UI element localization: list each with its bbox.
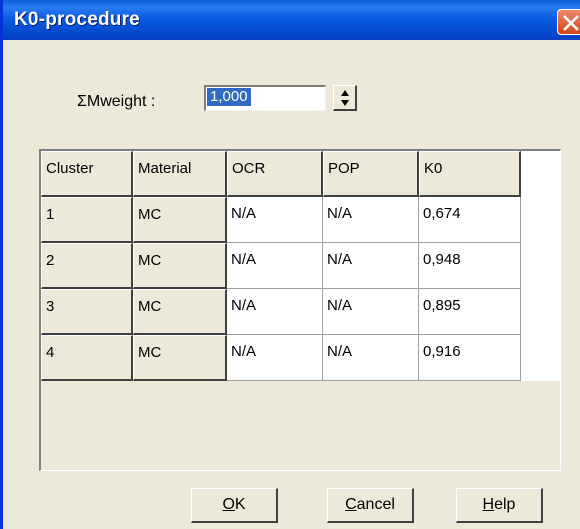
- row-1-k0[interactable]: 0,674: [419, 197, 521, 243]
- cancel-button[interactable]: Cancel: [327, 488, 414, 523]
- row-4-cluster[interactable]: 4: [41, 335, 133, 381]
- row-4-pop[interactable]: N/A: [323, 335, 419, 381]
- row-4-k0[interactable]: 0,916: [419, 335, 521, 381]
- close-icon: [563, 15, 579, 31]
- row-1-material[interactable]: MC: [133, 197, 227, 243]
- row-2-pop[interactable]: N/A: [323, 243, 419, 289]
- row-2-ocr[interactable]: N/A: [227, 243, 323, 289]
- row-4-material[interactable]: MC: [133, 335, 227, 381]
- row-2-material[interactable]: MC: [133, 243, 227, 289]
- cancel-button-label: Cancel: [345, 496, 395, 513]
- help-button-label: Help: [482, 496, 516, 513]
- header-material[interactable]: Material: [133, 151, 227, 197]
- ko-procedure-dialog: K0-procedure ΣMweight : 1,000 Cluster Ma…: [0, 0, 580, 529]
- row-1-cluster[interactable]: 1: [41, 197, 133, 243]
- row-3-cluster[interactable]: 3: [41, 289, 133, 335]
- row-3-pop[interactable]: N/A: [323, 289, 419, 335]
- mweight-label: ΣMweight :: [77, 93, 156, 110]
- ok-button-label: OK: [222, 496, 246, 513]
- header-ocr[interactable]: OCR: [227, 151, 323, 197]
- row-1-ocr[interactable]: N/A: [227, 197, 323, 243]
- ok-button[interactable]: OK: [191, 488, 278, 523]
- row-4-ocr[interactable]: N/A: [227, 335, 323, 381]
- title-bar[interactable]: K0-procedure: [3, 0, 580, 40]
- row-3-k0[interactable]: 0,895: [419, 289, 521, 335]
- mweight-spinner[interactable]: [333, 85, 357, 111]
- row-3-material[interactable]: MC: [133, 289, 227, 335]
- k0-table[interactable]: Cluster Material OCR POP K0 1 MC N/A N/A…: [39, 149, 561, 471]
- header-k0[interactable]: K0: [419, 151, 521, 197]
- help-button[interactable]: Help: [456, 488, 543, 523]
- window-title: K0-procedure: [14, 9, 140, 30]
- row-2-cluster[interactable]: 2: [41, 243, 133, 289]
- header-cluster[interactable]: Cluster: [41, 151, 133, 197]
- mweight-input[interactable]: 1,000: [204, 85, 326, 111]
- header-pop[interactable]: POP: [323, 151, 419, 197]
- row-2-k0[interactable]: 0,948: [419, 243, 521, 289]
- row-3-ocr[interactable]: N/A: [227, 289, 323, 335]
- mweight-value: 1,000: [207, 88, 251, 106]
- row-1-pop[interactable]: N/A: [323, 197, 419, 243]
- close-button[interactable]: [557, 9, 580, 35]
- spin-arrows-icon: [341, 90, 349, 106]
